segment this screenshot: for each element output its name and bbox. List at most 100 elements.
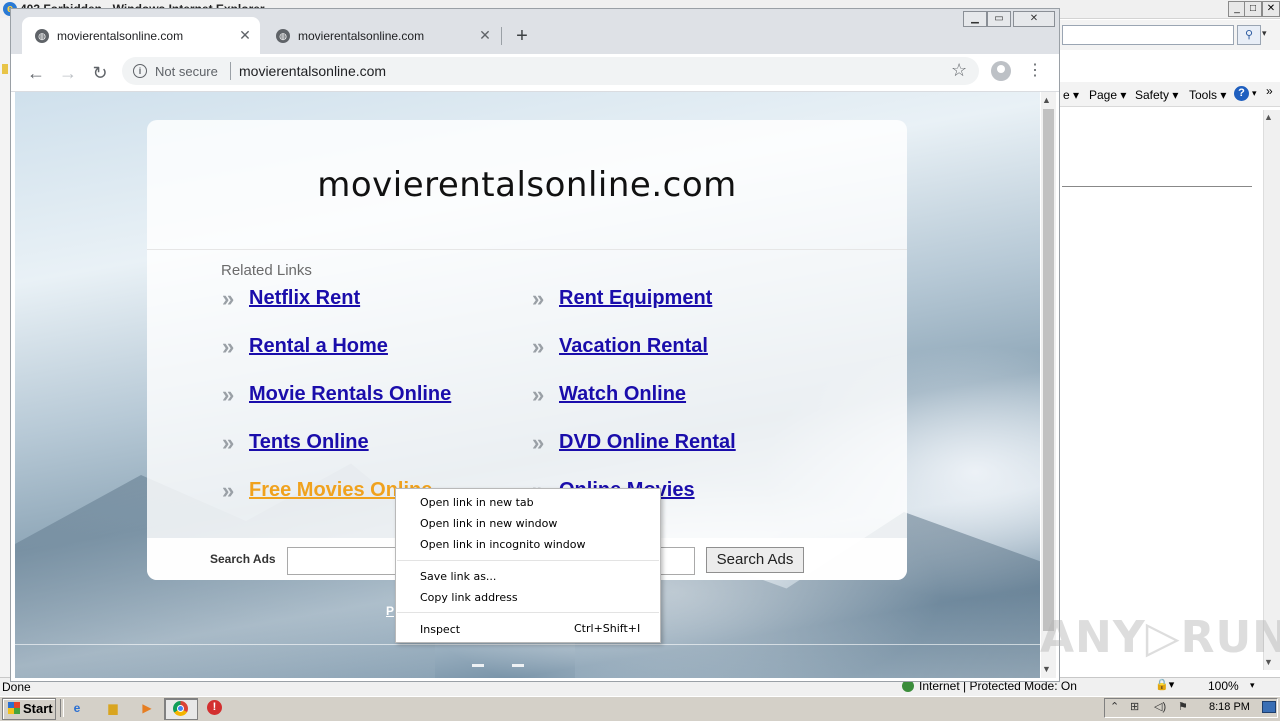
- ie-zone-globe-icon: [902, 680, 914, 692]
- page-decoration: [472, 664, 484, 667]
- start-button[interactable]: Start: [2, 698, 56, 720]
- double-chevron-icon: »: [532, 334, 545, 359]
- ie-left-frame: [0, 18, 10, 680]
- menu-item-open-new-window[interactable]: Open link in new window: [420, 517, 557, 530]
- double-chevron-icon: »: [532, 430, 545, 455]
- related-link[interactable]: Tents Online: [249, 431, 369, 454]
- card-divider: [147, 249, 907, 250]
- double-chevron-icon: »: [222, 478, 235, 503]
- new-tab-button[interactable]: +: [511, 25, 533, 47]
- scroll-down-icon[interactable]: ▼: [1042, 664, 1051, 674]
- anyrun-watermark: ANY▷RUN: [1040, 612, 1280, 663]
- ie-favorites-icon[interactable]: [2, 64, 8, 74]
- menu-item-inspect[interactable]: Inspect: [420, 623, 460, 636]
- chrome-minimize-button[interactable]: ▁: [963, 11, 987, 27]
- taskbar-chrome-button[interactable]: [164, 698, 198, 720]
- globe-icon: ◍: [35, 29, 49, 43]
- tab-active[interactable]: ◍ movierentalsonline.com ✕: [22, 17, 260, 54]
- double-chevron-icon: »: [532, 286, 545, 311]
- stop-icon[interactable]: !: [204, 699, 224, 717]
- footer-link[interactable]: P: [386, 604, 394, 618]
- ie-status-zone: Internet | Protected Mode: On: [919, 679, 1077, 693]
- ie-cmd-feeds[interactable]: e ▾: [1063, 88, 1079, 102]
- menu-item-open-incognito[interactable]: Open link in incognito window: [420, 538, 585, 551]
- double-chevron-icon: »: [532, 382, 545, 407]
- tab-title: movierentalsonline.com: [57, 29, 184, 43]
- search-ads-button[interactable]: Search Ads: [706, 547, 804, 573]
- ie-close-button[interactable]: ✕: [1262, 1, 1280, 17]
- ie-search-dropdown-icon[interactable]: ▾: [1262, 28, 1267, 39]
- red-circle-icon: !: [207, 700, 222, 715]
- ie-maximize-button[interactable]: □: [1244, 1, 1262, 17]
- network-icon[interactable]: ⊞: [1130, 700, 1139, 713]
- security-label[interactable]: Not secure: [155, 64, 218, 79]
- volume-icon[interactable]: ◁): [1154, 700, 1166, 713]
- tab-close-icon[interactable]: ✕: [237, 27, 253, 43]
- ie-help-icon[interactable]: ?: [1234, 86, 1249, 101]
- taskbar-clock[interactable]: 8:18 PM: [1209, 701, 1250, 713]
- url-text[interactable]: movierentalsonline.com: [239, 63, 386, 79]
- menu-item-open-new-tab[interactable]: Open link in new tab: [420, 496, 534, 509]
- scroll-up-icon[interactable]: ▲: [1042, 95, 1051, 105]
- ie-cmd-page[interactable]: Page ▾: [1089, 88, 1126, 102]
- ie-more-chevron-icon[interactable]: »: [1266, 84, 1273, 98]
- ie-content-divider: [1062, 186, 1252, 187]
- ie-cmd-tools[interactable]: Tools ▾: [1189, 88, 1226, 102]
- related-link[interactable]: Netflix Rent: [249, 287, 360, 310]
- media-player-icon[interactable]: ▶: [137, 699, 157, 717]
- ie-search-input[interactable]: [1062, 25, 1234, 45]
- menu-item-save-link-as[interactable]: Save link as...: [420, 570, 496, 583]
- double-chevron-icon: »: [222, 430, 235, 455]
- search-ads-label: Search Ads: [210, 552, 276, 566]
- show-desktop-icon[interactable]: [1262, 701, 1276, 713]
- ie-zoom-level[interactable]: 100%: [1208, 679, 1239, 693]
- tab-separator: [501, 27, 502, 45]
- bookmark-star-icon[interactable]: ☆: [951, 60, 967, 81]
- ie-protected-mode-icon[interactable]: 🔒▾: [1155, 678, 1174, 691]
- related-link[interactable]: Rental a Home: [249, 335, 388, 358]
- menu-separator: [397, 612, 659, 613]
- chrome-icon: [173, 701, 188, 716]
- double-chevron-icon: »: [222, 286, 235, 311]
- context-menu: Open link in new tab Open link in new wi…: [395, 488, 661, 643]
- ie-zoom-dropdown-icon[interactable]: ▾: [1250, 680, 1255, 691]
- scroll-thumb[interactable]: [1043, 109, 1054, 631]
- chrome-close-button[interactable]: ✕: [1013, 11, 1055, 27]
- tab-title: movierentalsonline.com: [298, 29, 425, 43]
- tab-close-icon[interactable]: ✕: [477, 27, 493, 43]
- page-title: movierentalsonline.com: [317, 165, 737, 205]
- ie-scroll-up-icon[interactable]: ▲: [1264, 112, 1273, 122]
- related-link[interactable]: Vacation Rental: [559, 335, 708, 358]
- ie-scrollbar[interactable]: [1263, 110, 1280, 670]
- related-link[interactable]: Movie Rentals Online: [249, 383, 451, 406]
- ie-help-dropdown-icon[interactable]: ▾: [1252, 88, 1257, 99]
- tray-expand-icon[interactable]: ⌃: [1110, 700, 1119, 713]
- taskbar-separator: [60, 699, 64, 717]
- related-link[interactable]: Rent Equipment: [559, 287, 712, 310]
- chrome-restore-button[interactable]: ▭: [987, 11, 1011, 27]
- omnibox-separator: [230, 62, 231, 80]
- forward-button[interactable]: →: [55, 61, 81, 85]
- action-center-flag-icon[interactable]: ⚑: [1178, 700, 1188, 713]
- info-icon[interactable]: i: [133, 64, 147, 78]
- ie-icon[interactable]: e: [67, 699, 87, 717]
- page-divider: [15, 644, 1040, 645]
- related-link[interactable]: Watch Online: [559, 383, 686, 406]
- ie-search-icon[interactable]: ⚲: [1237, 25, 1261, 45]
- start-label: Start: [23, 701, 53, 716]
- chrome-menu-icon[interactable]: ⋮: [1027, 61, 1043, 81]
- tab-strip: ◍ movierentalsonline.com ✕ ◍ movierental…: [11, 9, 1059, 54]
- menu-separator: [397, 560, 659, 561]
- related-links-heading: Related Links: [221, 262, 312, 279]
- reload-button[interactable]: ↻: [87, 61, 113, 85]
- profile-avatar-icon[interactable]: [991, 61, 1011, 81]
- windows-logo-icon: [8, 702, 20, 714]
- ie-status-text: Done: [2, 680, 31, 694]
- explorer-folder-icon[interactable]: ▆: [103, 699, 123, 717]
- double-chevron-icon: »: [222, 334, 235, 359]
- menu-item-copy-link-address[interactable]: Copy link address: [420, 591, 518, 604]
- tab-inactive[interactable]: ◍ movierentalsonline.com ✕: [263, 17, 500, 54]
- ie-cmd-safety[interactable]: Safety ▾: [1135, 88, 1178, 102]
- related-link[interactable]: DVD Online Rental: [559, 431, 736, 454]
- back-button[interactable]: ←: [23, 61, 49, 85]
